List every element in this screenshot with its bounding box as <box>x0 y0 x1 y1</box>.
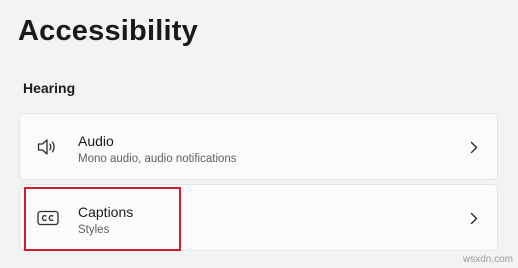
settings-item-title: Captions <box>78 204 134 220</box>
settings-item-subtitle: Mono audio, audio notifications <box>78 153 237 165</box>
speaker-icon <box>36 136 60 158</box>
closed-captions-icon <box>36 207 60 229</box>
section-header-hearing: Hearing <box>23 80 76 96</box>
page-title: Accessibility <box>18 15 198 47</box>
settings-item-subtitle: Styles <box>78 224 110 236</box>
settings-item-audio[interactable]: Audio Mono audio, audio notifications <box>19 113 498 180</box>
chevron-right-icon <box>469 211 479 225</box>
watermark: wsxdn.com <box>462 254 513 265</box>
chevron-right-icon <box>469 140 479 154</box>
settings-item-title: Audio <box>78 133 114 149</box>
settings-item-captions[interactable]: Captions Styles <box>19 184 498 251</box>
